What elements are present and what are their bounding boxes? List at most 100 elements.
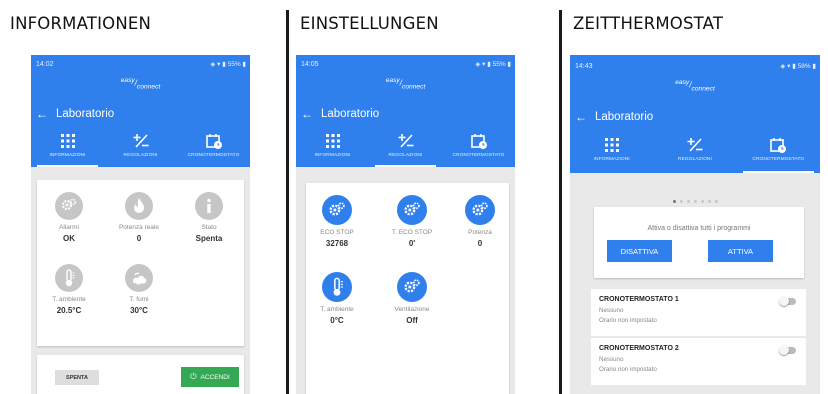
grid-icon — [31, 131, 104, 151]
status-right: ◈ ▾ ▮ 58% ▮ — [780, 63, 816, 70]
accendi-button[interactable]: ⏻ ACCENDI — [181, 367, 239, 387]
page-dot[interactable] — [707, 200, 711, 203]
tile-value: Off — [406, 316, 418, 325]
page-indicator — [570, 190, 820, 208]
programs-text: Attiva o disattiva tutti i programmi — [647, 225, 751, 232]
tab-label: REGOLAZIONI — [678, 157, 712, 162]
tab-label: INFORMAZIONI — [593, 157, 630, 162]
tile-potenza-reale[interactable]: Potenza reale 0 — [115, 192, 163, 243]
back-arrow-icon[interactable]: ← — [575, 110, 587, 124]
title-bar: ← Laboratorio — [36, 107, 114, 121]
section-divider — [286, 10, 289, 394]
crono-item[interactable]: CRONOTERMOSTATO 1 Nessuno Orario non imp… — [591, 289, 806, 336]
tile-allarmi[interactable]: Allarmi OK — [45, 192, 93, 243]
tile-label: Potenza — [468, 229, 492, 236]
tile-label: T. ECO STOP — [391, 229, 433, 236]
gears-icon — [397, 272, 427, 302]
tile-t-eco-stop[interactable]: T. ECO STOP 0' — [386, 195, 438, 248]
title-bar: ← Laboratorio — [575, 110, 653, 124]
tab-regolazioni[interactable]: REGOLAZIONI — [653, 135, 736, 173]
phone-screen-cronotermostato: 14:43 ◈ ▾ ▮ 58% ▮ easy/connect ← Laborat… — [570, 55, 820, 394]
tab-informazioni[interactable]: INFORMAZIONI — [570, 135, 653, 173]
disattiva-button[interactable]: DISATTIVA — [607, 240, 672, 262]
grid-icon — [570, 135, 653, 155]
plus-minus-icon — [653, 135, 736, 155]
crono-toggle[interactable] — [779, 296, 796, 306]
tab-cronotermostato[interactable]: CRONOTERMOSTATO — [737, 135, 820, 173]
tile-eco-stop[interactable]: ECO STOP 32768 — [311, 195, 363, 248]
calendar-clock-icon — [177, 131, 250, 151]
title-bar: ← Laboratorio — [301, 107, 379, 121]
tab-label: REGOLAZIONI — [123, 153, 158, 158]
page-title: Laboratorio — [321, 108, 380, 120]
tile-label: Potenza reale — [118, 224, 160, 231]
tile-ventilazione[interactable]: Ventilazione Off — [386, 272, 438, 325]
smoke-icon — [125, 264, 153, 292]
tile-t-fumi[interactable]: T. fumi 30°C — [115, 264, 163, 315]
tab-regolazioni[interactable]: REGOLAZIONI — [369, 131, 442, 167]
tile-stato[interactable]: Stato Spenta — [185, 192, 233, 243]
crono-time: Orario non impostato — [599, 317, 657, 324]
tile-label: ECO STOP — [320, 229, 354, 236]
settings-card: ECO STOP 32768 T. ECO STOP 0' Potenza 0 … — [306, 183, 509, 394]
crono-item[interactable]: CRONOTERMOSTATO 2 Nessuno Orario non imp… — [591, 338, 806, 385]
crono-mode: Nessuno — [599, 356, 624, 363]
thermometer-icon — [322, 272, 352, 302]
info-card: Allarmi OK Potenza reale 0 Stato Spenta … — [37, 180, 244, 346]
brand-logo: easy/connect — [385, 77, 426, 91]
info-icon — [195, 192, 223, 220]
app-header: 14:02 ◈ ▾ ▮ 55% ▮ easy/connect ← Laborat… — [31, 55, 250, 131]
status-bar: 14:02 ◈ ▾ ▮ 55% ▮ — [36, 59, 246, 69]
status-time: 14:43 — [575, 62, 593, 70]
tab-label: REGOLAZIONI — [388, 153, 423, 158]
back-arrow-icon[interactable]: ← — [301, 107, 313, 121]
crono-title: CRONOTERMOSTATO 1 — [599, 296, 679, 303]
status-right: ◈ ▾ ▮ 55% ▮ — [475, 61, 511, 68]
tile-t-ambiente[interactable]: T. ambiente 0°C — [311, 272, 363, 325]
page-dot[interactable] — [693, 200, 697, 203]
tab-label: CRONOTERMOSTATO — [752, 157, 805, 162]
page-dot[interactable] — [686, 200, 690, 203]
tile-label: Ventilazione — [394, 306, 430, 313]
crono-toggle[interactable] — [779, 345, 796, 355]
tab-cronotermostato[interactable]: CRONOTERMOSTATO — [177, 131, 250, 167]
tile-value: 20.5°C — [56, 306, 82, 315]
power-icon: ⏻ — [190, 372, 197, 381]
accendi-label: ACCENDI — [200, 373, 230, 381]
tile-value: 0°C — [330, 316, 344, 325]
status-time: 14:05 — [301, 60, 319, 68]
status-right: ◈ ▾ ▮ 55% ▮ — [210, 61, 246, 68]
tile-value: 30°C — [130, 306, 148, 315]
back-arrow-icon[interactable]: ← — [36, 107, 48, 121]
status-battery: 58% — [797, 63, 811, 70]
tab-bar: INFORMAZIONI REGOLAZIONI CRONOTERMOSTATO — [570, 135, 820, 173]
calendar-clock-icon — [442, 131, 515, 151]
tab-informazioni[interactable]: INFORMAZIONI — [31, 131, 104, 167]
spenta-button[interactable]: SPENTA — [55, 370, 99, 385]
tile-label: T. fumi — [129, 296, 149, 303]
gears-icon — [397, 195, 427, 225]
tab-regolazioni[interactable]: REGOLAZIONI — [104, 131, 177, 167]
attiva-button[interactable]: ATTIVA — [708, 240, 773, 262]
plus-minus-icon — [104, 131, 177, 151]
page-dot[interactable] — [679, 200, 683, 203]
tile-value: 0 — [136, 234, 142, 243]
tile-potenza[interactable]: Potenza 0 — [454, 195, 506, 248]
gears-icon — [465, 195, 495, 225]
tab-cronotermostato[interactable]: CRONOTERMOSTATO — [442, 131, 515, 167]
status-bar: 14:43 ◈ ▾ ▮ 58% ▮ — [575, 61, 816, 71]
brand-logo: easy/connect — [120, 77, 161, 91]
page-dot[interactable] — [714, 200, 718, 203]
page-dot[interactable] — [700, 200, 704, 203]
phone-screen-informazioni: 14:02 ◈ ▾ ▮ 55% ▮ easy/connect ← Laborat… — [31, 55, 250, 394]
crono-time: Orario non impostato — [599, 366, 657, 373]
tile-t-ambiente[interactable]: T. ambiente 20.5°C — [45, 264, 93, 315]
tab-informazioni[interactable]: INFORMAZIONI — [296, 131, 369, 167]
tab-bar: INFORMAZIONI REGOLAZIONI CRONOTERMOSTATO — [31, 131, 250, 167]
tile-value: OK — [63, 234, 75, 243]
status-bar: 14:05 ◈ ▾ ▮ 55% ▮ — [301, 59, 511, 69]
page-dot[interactable] — [672, 200, 676, 203]
tile-value: Spenta — [195, 234, 223, 243]
tab-label: INFORMAZIONI — [49, 153, 86, 158]
phone-screen-regolazioni: 14:05 ◈ ▾ ▮ 55% ▮ easy/connect ← Laborat… — [296, 55, 515, 394]
